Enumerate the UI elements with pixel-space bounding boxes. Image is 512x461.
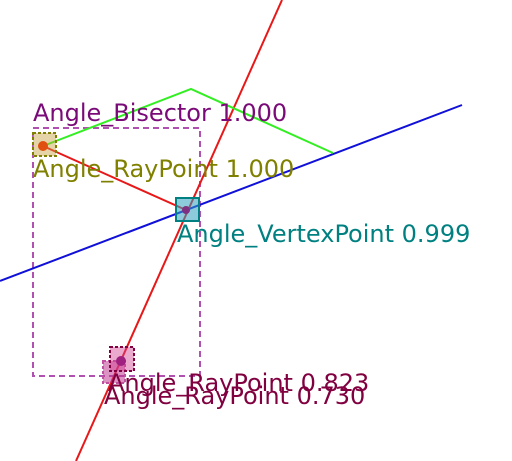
vertex-label: Angle_VertexPoint 0.999 xyxy=(177,220,470,248)
vertex-point-marker xyxy=(175,197,200,222)
bisector-label: Angle_Bisector 1.000 xyxy=(33,99,287,127)
raypoint-top-marker xyxy=(32,132,57,157)
blue-ray-line xyxy=(0,104,463,282)
raypoint-top-label: Angle_RayPoint 1.000 xyxy=(33,155,294,183)
detection-canvas: Angle_Bisector 1.000 Angle_RayPoint 1.00… xyxy=(0,0,470,461)
raypoint-b-label: Angle_RayPoint 0.730 xyxy=(104,382,365,410)
